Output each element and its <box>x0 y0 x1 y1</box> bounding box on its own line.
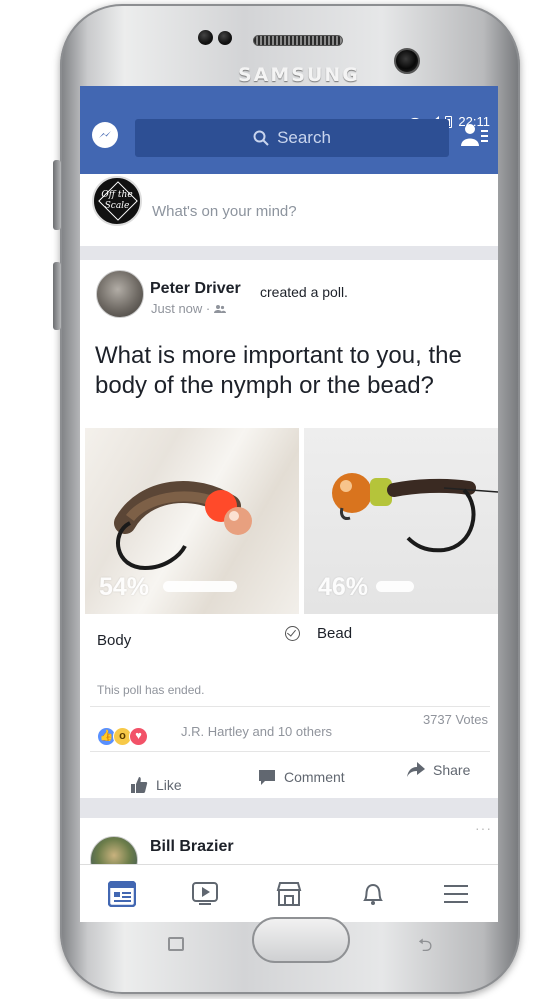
nav-marketplace[interactable] <box>264 874 314 914</box>
comment-icon <box>259 770 275 785</box>
friend-requests-icon[interactable] <box>461 122 489 153</box>
bottom-navigation <box>80 864 498 922</box>
feed-divider <box>80 798 498 818</box>
menu-icon <box>444 884 469 903</box>
earpiece-speaker <box>253 35 343 46</box>
messenger-icon[interactable] <box>92 122 118 148</box>
light-sensor <box>218 31 232 45</box>
thumbs-up-icon <box>131 777 148 793</box>
bixby-button <box>53 262 61 330</box>
reaction-names[interactable]: J.R. Hartley and 10 others <box>181 724 332 739</box>
video-icon <box>192 881 219 905</box>
back-key-icon[interactable]: ⮌ <box>418 933 432 963</box>
search-placeholder: Search <box>277 128 331 147</box>
post-action: created a poll. <box>260 284 348 300</box>
option-label-body: Body <box>97 632 132 649</box>
result-bar-bead <box>376 581 414 592</box>
check-icon <box>285 626 300 641</box>
percent-body: 54% <box>99 573 150 601</box>
page-avatar[interactable]: Off the Scale <box>92 176 142 226</box>
proximity-sensor <box>198 30 213 45</box>
friends-audience-icon <box>214 304 227 313</box>
post-action-text: created a poll. <box>260 284 348 300</box>
more-options-icon[interactable]: ··· <box>475 820 492 836</box>
phone-screen: 22:11 Search Off the Scale What's on you… <box>80 86 498 922</box>
notifications-icon <box>362 883 383 905</box>
feed-divider <box>80 246 498 260</box>
poll-status: This poll has ended. <box>97 683 205 697</box>
marketplace-icon <box>276 881 302 906</box>
separator <box>90 751 490 752</box>
poll-option-body-image[interactable]: 54% <box>85 428 299 614</box>
front-camera <box>394 48 420 74</box>
nav-menu[interactable] <box>431 874 481 914</box>
volume-button <box>53 160 61 230</box>
like-button[interactable]: Like <box>130 776 182 794</box>
share-button[interactable]: Share <box>407 762 470 778</box>
separator <box>90 706 490 707</box>
nav-watch[interactable] <box>180 874 230 914</box>
logo-text-line2: Scale <box>104 201 130 211</box>
nav-notifications[interactable] <box>348 874 398 914</box>
vote-count[interactable]: 3737 Votes <box>423 712 488 727</box>
timestamp-text[interactable]: Just now · <box>151 301 210 316</box>
search-icon <box>253 130 269 146</box>
option-label-bead: Bead <box>317 625 353 642</box>
nav-news-feed[interactable] <box>97 874 147 914</box>
share-label: Share <box>433 762 471 778</box>
comment-label: Comment <box>284 769 345 785</box>
love-reaction-icon: ♥ <box>129 727 148 746</box>
like-label: Like <box>156 777 182 793</box>
search-input[interactable]: Search <box>135 119 449 157</box>
author-avatar[interactable] <box>96 270 144 318</box>
composer-prompt[interactable]: What's on your mind? <box>152 203 297 220</box>
post-timestamp: Just now · <box>151 301 227 316</box>
facebook-header: 22:11 Search <box>80 86 498 184</box>
percent-bead: 46% <box>318 573 369 601</box>
post-author[interactable]: Peter Driver <box>150 280 241 298</box>
share-arrow-icon <box>407 762 425 777</box>
news-feed-icon <box>107 880 136 907</box>
result-bar-body <box>163 581 237 592</box>
poll-option-bead-image[interactable]: 46% <box>304 428 498 614</box>
home-button[interactable] <box>252 917 350 963</box>
poll-question: What is more important to you, the body … <box>95 342 462 399</box>
recent-apps-key[interactable] <box>168 937 184 951</box>
comment-button[interactable]: Comment <box>258 768 345 786</box>
logo-text-line1: Off the <box>101 190 133 200</box>
reaction-summary[interactable]: 👍 o ♥ <box>97 727 159 747</box>
device-brand: SAMSUNG <box>238 64 360 86</box>
post-author[interactable]: Bill Brazier <box>150 838 234 856</box>
